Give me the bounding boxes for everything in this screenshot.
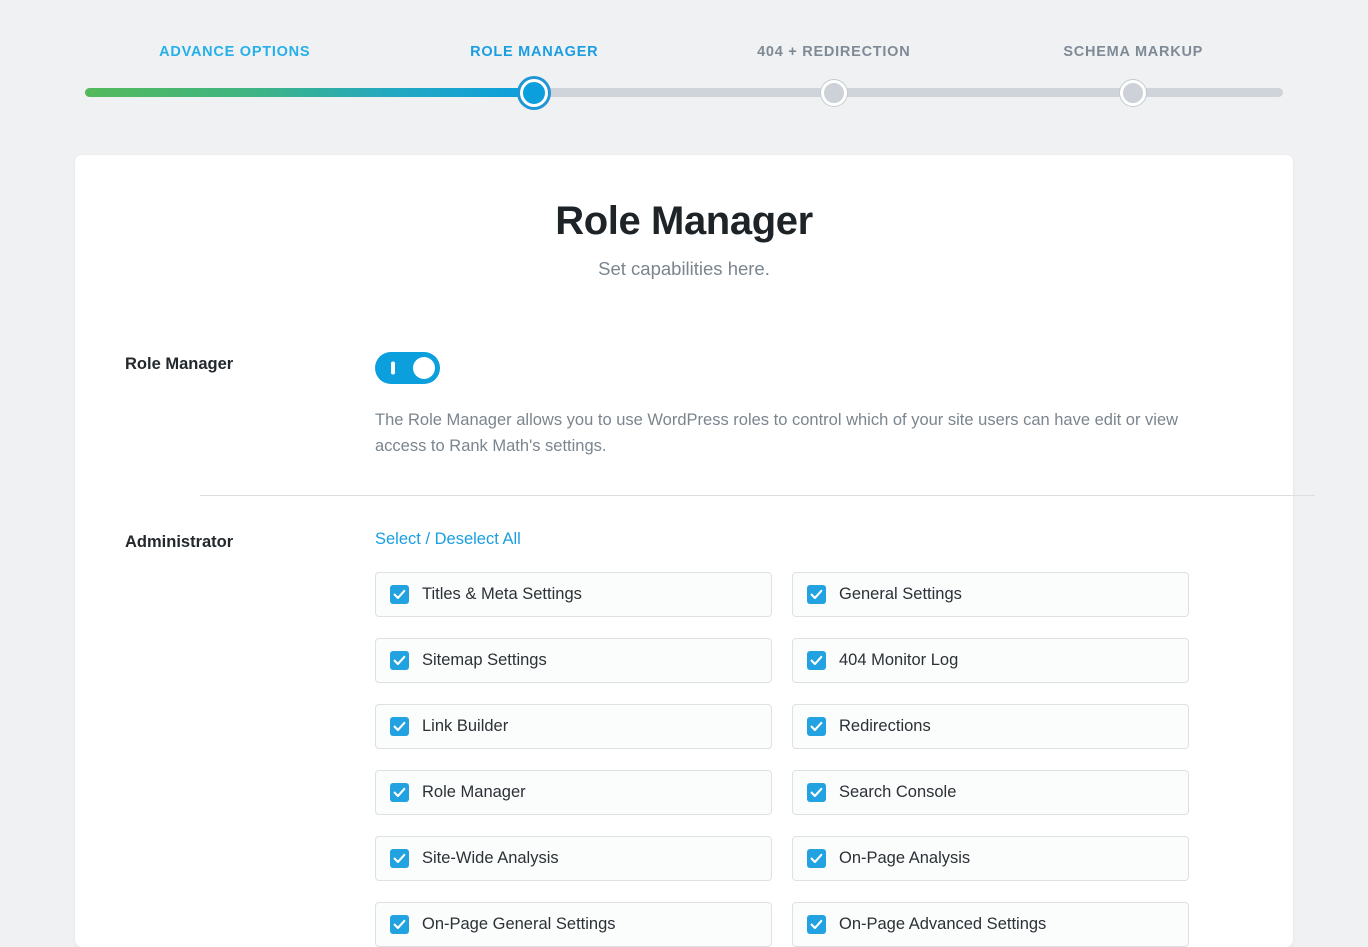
role-manager-field-label: Role Manager — [125, 355, 234, 373]
capability-item-site-wide-analysis[interactable]: Site-Wide Analysis — [375, 836, 772, 882]
capability-item-on-page-analysis[interactable]: On-Page Analysis — [792, 836, 1189, 882]
capability-label: On-Page Analysis — [839, 849, 971, 868]
capability-item-sitemap-settings[interactable]: Sitemap Settings — [375, 638, 772, 684]
capability-item-role-manager[interactable]: Role Manager — [375, 770, 772, 816]
capability-label: 404 Monitor Log — [839, 651, 959, 670]
role-manager-card: Role Manager Set capabilities here. Role… — [75, 155, 1315, 947]
select-deselect-all-link[interactable]: Select / Deselect All — [375, 530, 521, 549]
checkbox-checked-icon[interactable] — [807, 783, 826, 803]
capability-item-on-page-advanced-settings[interactable]: On-Page Advanced Settings — [792, 902, 1189, 947]
role-manager-description: The Role Manager allows you to use WordP… — [375, 411, 1179, 455]
capability-label: General Settings — [839, 585, 962, 604]
role-manager-toggle[interactable] — [375, 352, 440, 384]
capability-label: Link Builder — [422, 717, 509, 736]
capability-label: On-Page General Settings — [422, 915, 616, 934]
checkbox-checked-icon[interactable] — [390, 915, 409, 935]
wizard-dot-cell-404-redirection — [684, 79, 984, 106]
wizard-dot-cell-advance-options — [85, 88, 385, 97]
checkbox-checked-icon[interactable] — [390, 585, 409, 605]
capabilities-grid: Titles & Meta Settings General Settings … — [375, 572, 1189, 947]
capability-item-search-console[interactable]: Search Console — [792, 770, 1189, 816]
wizard-progress: Advance Options Role Manager 404 + Redir… — [0, 0, 1368, 125]
wizard-step-advance-options[interactable]: Advance Options — [85, 44, 385, 60]
capability-item-redirections[interactable]: Redirections — [792, 704, 1189, 750]
wizard-step-schema-markup[interactable]: Schema Markup — [984, 44, 1284, 60]
capability-label: Titles & Meta Settings — [422, 585, 582, 604]
checkbox-checked-icon[interactable] — [390, 717, 409, 737]
capability-item-404-monitor-log[interactable]: 404 Monitor Log — [792, 638, 1189, 684]
checkbox-checked-icon[interactable] — [807, 717, 826, 737]
administrator-field-body: Select / Deselect All Titles & Meta Sett… — [375, 530, 1243, 947]
administrator-field-row: Administrator Select / Deselect All Titl… — [75, 530, 1293, 947]
wizard-dot-schema-markup-icon[interactable] — [1120, 79, 1147, 106]
checkbox-checked-icon[interactable] — [390, 849, 409, 869]
administrator-label: Administrator — [125, 533, 234, 552]
capability-label: On-Page Advanced Settings — [839, 915, 1047, 934]
wizard-step-role-manager[interactable]: Role Manager — [385, 44, 685, 60]
role-manager-field-row: Role Manager The Role Manager allows you… — [75, 352, 1293, 459]
capability-label: Redirections — [839, 717, 931, 736]
wizard-dot-role-manager-icon[interactable] — [520, 78, 549, 107]
wizard-dot-cell-role-manager — [385, 78, 685, 107]
wizard-step-labels: Advance Options Role Manager 404 + Redir… — [85, 44, 1283, 60]
checkbox-checked-icon[interactable] — [390, 651, 409, 671]
capability-label: Search Console — [839, 783, 957, 802]
checkbox-checked-icon[interactable] — [807, 915, 826, 935]
checkbox-checked-icon[interactable] — [390, 783, 409, 803]
checkbox-checked-icon[interactable] — [807, 849, 826, 869]
capability-label: Sitemap Settings — [422, 651, 547, 670]
page-title: Role Manager — [555, 199, 813, 243]
wizard-dot-cell-schema-markup — [984, 79, 1284, 106]
toggle-on-bar-icon — [391, 361, 395, 375]
capability-item-general-settings[interactable]: General Settings — [792, 572, 1189, 618]
page-subtitle: Set capabilities here. — [598, 258, 770, 279]
section-divider — [200, 495, 1315, 497]
wizard-step-404-redirection[interactable]: 404 + Redirection — [684, 44, 984, 60]
toggle-knob-icon — [413, 357, 435, 379]
capability-item-link-builder[interactable]: Link Builder — [375, 704, 772, 750]
capability-item-titles-meta-settings[interactable]: Titles & Meta Settings — [375, 572, 772, 618]
capability-item-on-page-general-settings[interactable]: On-Page General Settings — [375, 902, 772, 947]
role-manager-field-body: The Role Manager allows you to use WordP… — [375, 352, 1243, 459]
card-header: Role Manager Set capabilities here. — [75, 155, 1293, 280]
checkbox-checked-icon[interactable] — [807, 651, 826, 671]
capability-label: Site-Wide Analysis — [422, 849, 559, 868]
wizard-dot-404-redirection-icon[interactable] — [820, 79, 847, 106]
checkbox-checked-icon[interactable] — [807, 585, 826, 605]
wizard-step-dots — [85, 78, 1284, 107]
capability-label: Role Manager — [422, 783, 526, 802]
